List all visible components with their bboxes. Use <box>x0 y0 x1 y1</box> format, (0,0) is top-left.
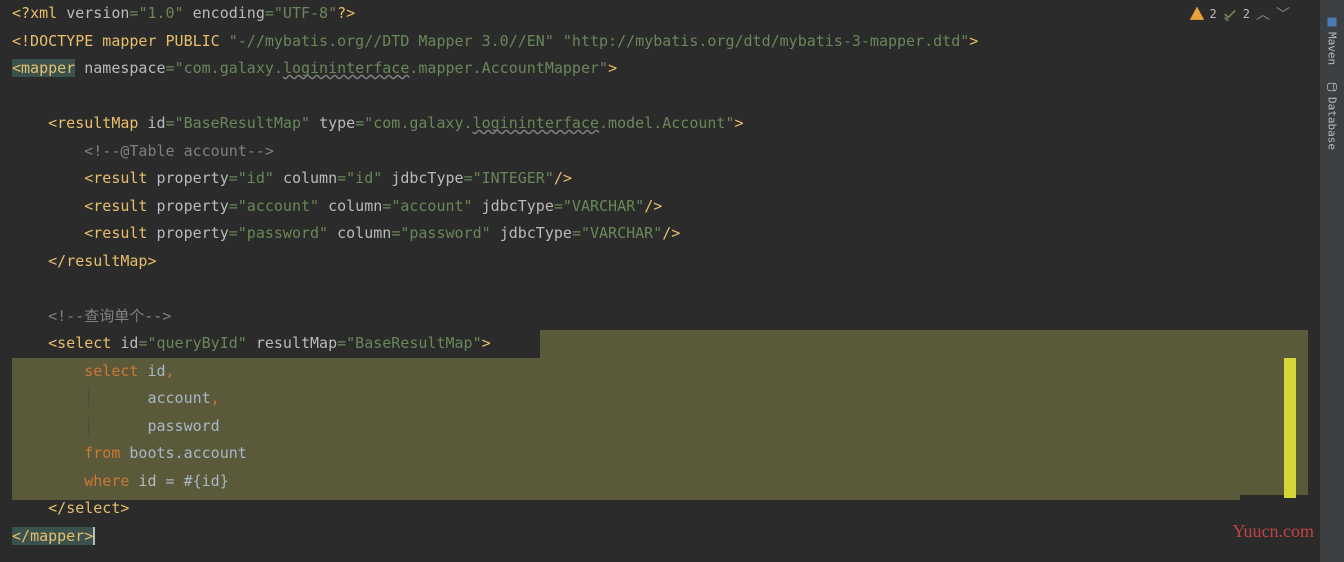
code-line[interactable] <box>0 275 1320 303</box>
check-icon[interactable] <box>1223 7 1237 21</box>
code-line[interactable]: <result property="id" column="id" jdbcTy… <box>0 165 1320 193</box>
database-tab[interactable]: Database <box>1324 73 1341 158</box>
status-bar: 2 2 ︿ ﹀ <box>1190 4 1290 24</box>
warning-count: 2 <box>1210 7 1217 21</box>
check-count: 2 <box>1243 7 1250 21</box>
maven-tab[interactable]: Maven <box>1324 8 1341 73</box>
code-line[interactable]: <result property="account" column="accou… <box>0 193 1320 221</box>
editor-area[interactable]: 2 2 ︿ ﹀ <?xml version="1.0" encoding="UT… <box>0 0 1320 562</box>
code-line[interactable]: <result property="password" column="pass… <box>0 220 1320 248</box>
code-line[interactable]: <select id="queryById" resultMap="BaseRe… <box>0 330 1320 358</box>
nav-down-icon[interactable]: ﹀ <box>1276 4 1290 24</box>
nav-up-icon[interactable]: ︿ <box>1256 4 1270 24</box>
code-line[interactable] <box>0 83 1320 111</box>
code-line[interactable]: where id = #{id} <box>0 468 1320 496</box>
code-line[interactable]: <!DOCTYPE mapper PUBLIC "-//mybatis.org/… <box>0 28 1320 56</box>
watermark: Yuucn.com <box>1233 521 1314 542</box>
code-line[interactable]: <!--@Table account--> <box>0 138 1320 166</box>
code-line[interactable]: <!--查询单个--> <box>0 303 1320 331</box>
right-sidebar: Maven Database <box>1320 0 1344 562</box>
text-cursor <box>93 527 95 545</box>
code-line[interactable]: </resultMap> <box>0 248 1320 276</box>
warning-icon[interactable] <box>1190 7 1204 21</box>
code-line[interactable]: <mapper namespace="com.galaxy.logininter… <box>0 55 1320 83</box>
code-line[interactable]: from boots.account <box>0 440 1320 468</box>
code-line[interactable]: │ password <box>0 413 1320 441</box>
scroll-marker[interactable] <box>1284 358 1296 498</box>
code-line[interactable]: </select> <box>0 495 1320 523</box>
code-line[interactable]: <resultMap id="BaseResultMap" type="com.… <box>0 110 1320 138</box>
code-line[interactable]: │ account, <box>0 385 1320 413</box>
code-line[interactable]: </mapper> <box>0 523 1320 551</box>
code-line[interactable]: <?xml version="1.0" encoding="UTF-8"?> <box>0 0 1320 28</box>
code-line[interactable]: select id, <box>0 358 1320 386</box>
